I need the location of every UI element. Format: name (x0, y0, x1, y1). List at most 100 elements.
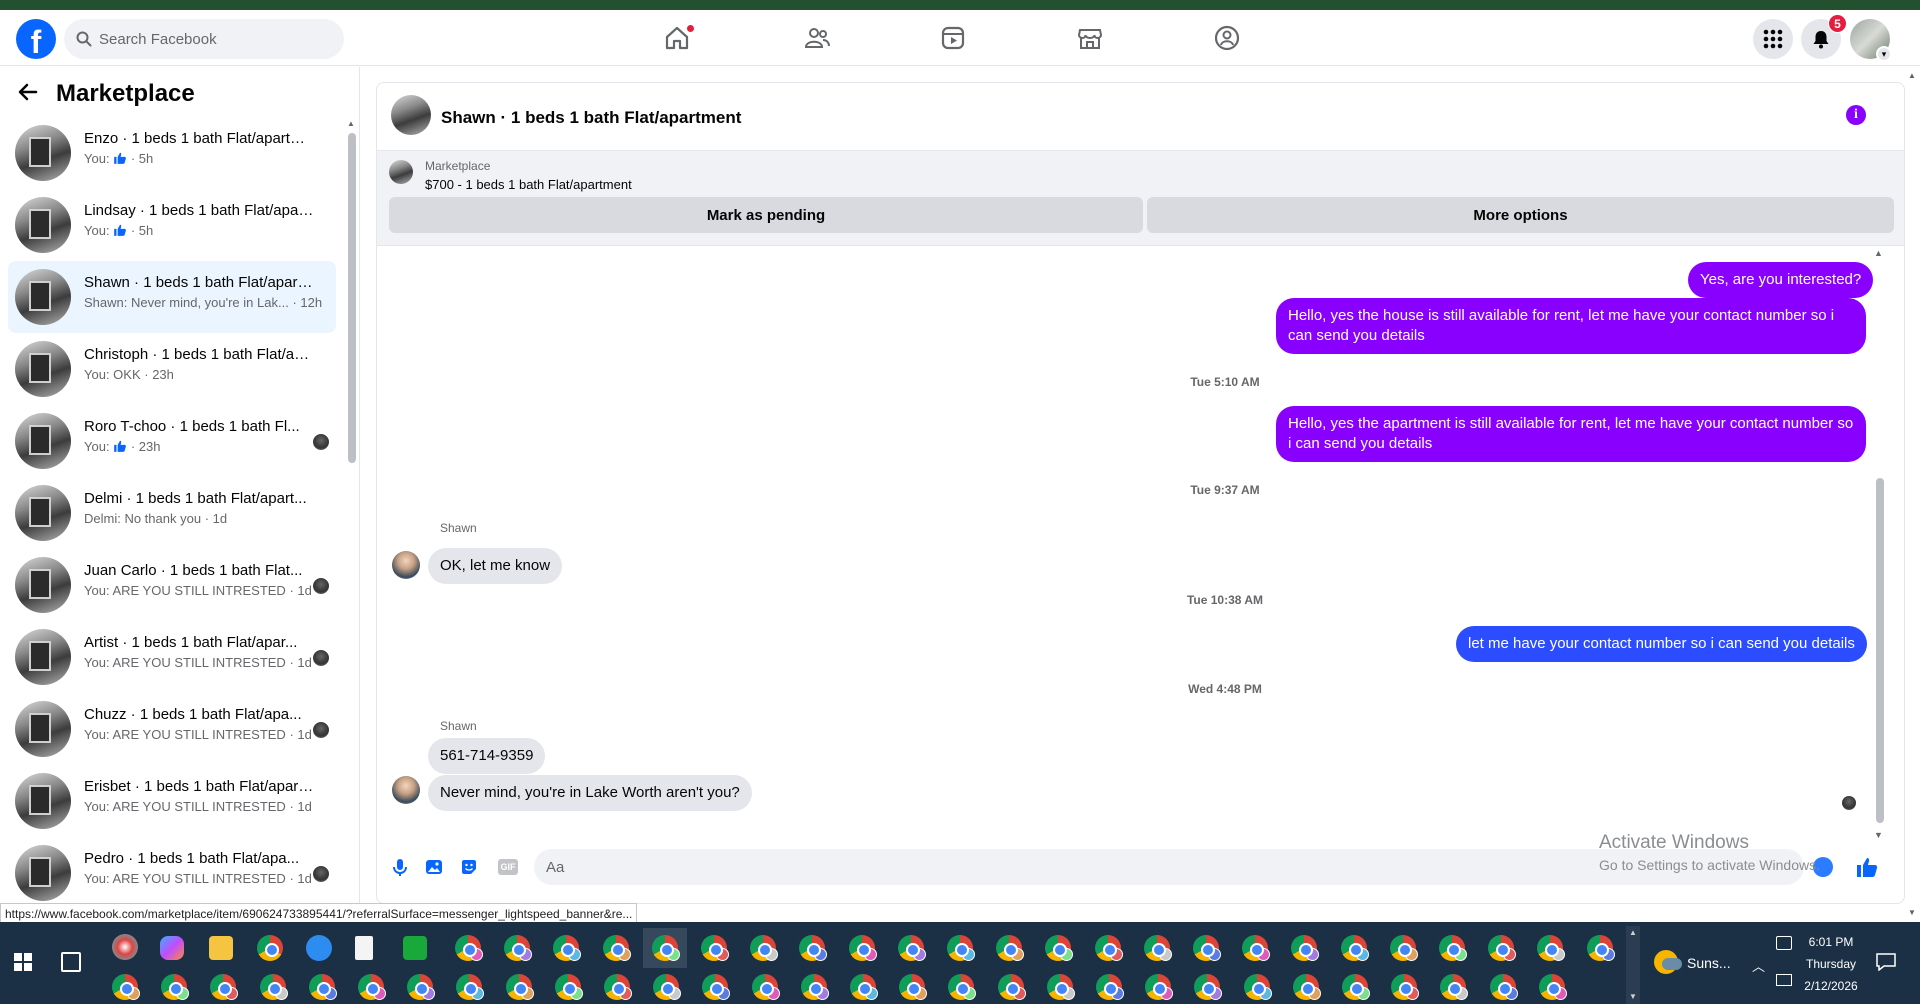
chrome-profile-icon[interactable] (1193, 935, 1221, 961)
conversation-item[interactable]: Delmi · 1 beds 1 bath Flat/apart... Delmi… (8, 477, 336, 549)
clock-date[interactable]: 2/12/2026 (1791, 979, 1871, 993)
chrome-profile-icon[interactable] (651, 935, 680, 961)
conversation-item[interactable]: Roro T-choo · 1 beds 1 bath Fl... You: · … (8, 405, 336, 477)
chrome-profile-icon[interactable] (1439, 935, 1467, 961)
info-icon[interactable]: i (1846, 105, 1866, 125)
chrome-profile-icon[interactable] (1243, 974, 1272, 1000)
chrome-profile-icon[interactable] (358, 974, 386, 1000)
chrome-profile-icon[interactable] (259, 974, 288, 1000)
video-icon[interactable] (939, 24, 967, 52)
page-scroll-up-arrow-icon[interactable]: ▲ (1908, 71, 1916, 80)
task-view-icon[interactable] (61, 952, 81, 972)
chrome-profile-icon[interactable] (751, 974, 780, 1000)
app-icon[interactable] (306, 935, 332, 961)
chrome-profile-icon[interactable] (553, 935, 582, 961)
chrome-profile-icon[interactable] (1489, 974, 1518, 1000)
chrome-profile-icon[interactable] (996, 935, 1025, 961)
chrome-profile-icon[interactable] (1340, 935, 1369, 961)
listing-price[interactable]: $700 - 1 beds 1 bath Flat/apartment (425, 177, 632, 192)
cl-app-icon[interactable] (403, 936, 427, 960)
chrome-profile-icon[interactable] (455, 935, 483, 961)
facebook-logo-icon[interactable]: f (16, 19, 56, 59)
chrome-profile-icon[interactable] (947, 935, 975, 961)
thumbs-up-send-icon[interactable] (1855, 855, 1879, 879)
chrome-profile-icon[interactable] (800, 974, 829, 1000)
conversation-item[interactable]: Lindsay · 1 beds 1 bath Flat/apar... You:… (8, 189, 336, 261)
search-box[interactable] (64, 19, 344, 59)
chrome-profile-icon[interactable] (602, 935, 631, 961)
conversation-item[interactable]: Chuzz · 1 beds 1 bath Flat/apa... You: AR… (8, 693, 336, 765)
chat-scrollbar[interactable] (1876, 478, 1884, 823)
chrome-profile-icon[interactable] (848, 935, 877, 961)
chrome-profile-icon[interactable] (1094, 935, 1123, 961)
chrome-profile-icon[interactable] (701, 935, 729, 961)
sender-avatar[interactable] (392, 551, 420, 579)
chevron-down-icon[interactable]: ▾ (1876, 46, 1892, 62)
tray-display-icon[interactable] (1776, 936, 1792, 950)
notification-center-icon[interactable] (1876, 953, 1896, 971)
chrome-profile-icon[interactable] (1242, 935, 1271, 961)
chrome-profile-icon[interactable] (505, 974, 534, 1000)
outgoing-message[interactable]: Hello, yes the house is still available … (1276, 298, 1866, 354)
back-arrow-icon[interactable] (18, 82, 38, 102)
incoming-message[interactable]: 561-714-9359 (428, 738, 546, 774)
chrome-profile-icon[interactable] (1538, 974, 1567, 1000)
chrome-profile-icon[interactable] (1145, 974, 1174, 1000)
copilot-icon[interactable] (160, 936, 184, 960)
weather-text[interactable]: Suns... (1687, 955, 1731, 971)
chrome-profile-icon[interactable] (1046, 974, 1075, 1000)
microphone-icon[interactable] (390, 857, 410, 877)
scroll-up-arrow-icon[interactable]: ▲ (347, 119, 355, 128)
listing-thumbnail[interactable] (391, 95, 431, 135)
outgoing-message[interactable]: let me have your contact number so i can… (1456, 626, 1867, 662)
chrome-profile-icon[interactable] (750, 935, 779, 961)
outgoing-message[interactable]: Yes, are you interested? (1688, 262, 1874, 298)
page-scroll-down-arrow-icon[interactable]: ▼ (1908, 908, 1916, 917)
chrome-profile-icon[interactable] (210, 974, 239, 1000)
sticker-icon[interactable] (459, 857, 479, 877)
outgoing-message[interactable]: Hello, yes the apartment is still availa… (1276, 406, 1866, 462)
incoming-message[interactable]: Never mind, you're in Lake Worth aren't … (428, 775, 752, 811)
chrome-profile-icon[interactable] (1096, 974, 1124, 1000)
chrome-profile-icon[interactable] (897, 935, 926, 961)
chrome-profile-icon[interactable] (1194, 974, 1223, 1000)
chrome-profile-icon[interactable] (161, 974, 190, 1000)
conversation-item[interactable]: Erisbet · 1 beds 1 bath Flat/apart... You… (8, 765, 336, 837)
conversation-list-scrollbar[interactable] (348, 133, 356, 463)
groups-icon[interactable] (1213, 24, 1241, 52)
chrome-profile-icon[interactable] (1292, 974, 1321, 1000)
chrome-profile-icon[interactable] (308, 974, 337, 1000)
menu-button[interactable] (1753, 19, 1793, 59)
conversation-item[interactable]: Pedro · 1 beds 1 bath Flat/apa... You: AR… (8, 837, 336, 902)
chrome-profile-icon[interactable] (554, 974, 583, 1000)
photo-icon[interactable] (424, 857, 444, 877)
chrome-profile-icon[interactable] (456, 974, 485, 1000)
chrome-profile-icon[interactable] (604, 974, 632, 1000)
chrome-profile-icon[interactable] (1389, 935, 1418, 961)
clock-time[interactable]: 6:01 PM (1791, 935, 1871, 949)
chrome-profile-icon[interactable] (1143, 935, 1172, 961)
chrome-profile-icon[interactable] (1537, 935, 1566, 961)
app-icon[interactable] (112, 934, 138, 960)
friends-icon[interactable] (803, 24, 831, 52)
chrome-profile-icon[interactable] (112, 974, 140, 1000)
gif-icon[interactable]: GIF (498, 859, 518, 875)
windows-start-icon[interactable] (14, 953, 32, 971)
chrome-profile-icon[interactable] (407, 974, 436, 1000)
chrome-profile-icon[interactable] (1342, 974, 1370, 1000)
chrome-profile-icon[interactable] (504, 935, 533, 961)
chrome-profile-icon[interactable] (1488, 935, 1517, 961)
chrome-profile-icon[interactable] (997, 974, 1026, 1000)
mark-as-pending-button[interactable]: Mark as pending (389, 197, 1143, 233)
scroll-up-arrow-icon[interactable]: ▲ (1874, 248, 1883, 258)
search-input[interactable] (99, 19, 329, 59)
chrome-profile-icon[interactable] (702, 974, 731, 1000)
listing-small-thumbnail[interactable] (389, 160, 413, 184)
sender-avatar[interactable] (392, 776, 420, 804)
marketplace-icon[interactable] (1076, 24, 1104, 52)
file-explorer-icon[interactable] (209, 936, 233, 960)
chrome-profile-icon[interactable] (1391, 974, 1420, 1000)
conversation-item[interactable]: Shawn · 1 beds 1 bath Flat/apart... Shawn… (8, 261, 336, 333)
chrome-profile-icon[interactable] (653, 974, 682, 1000)
clock-day[interactable]: Thursday (1791, 957, 1871, 971)
